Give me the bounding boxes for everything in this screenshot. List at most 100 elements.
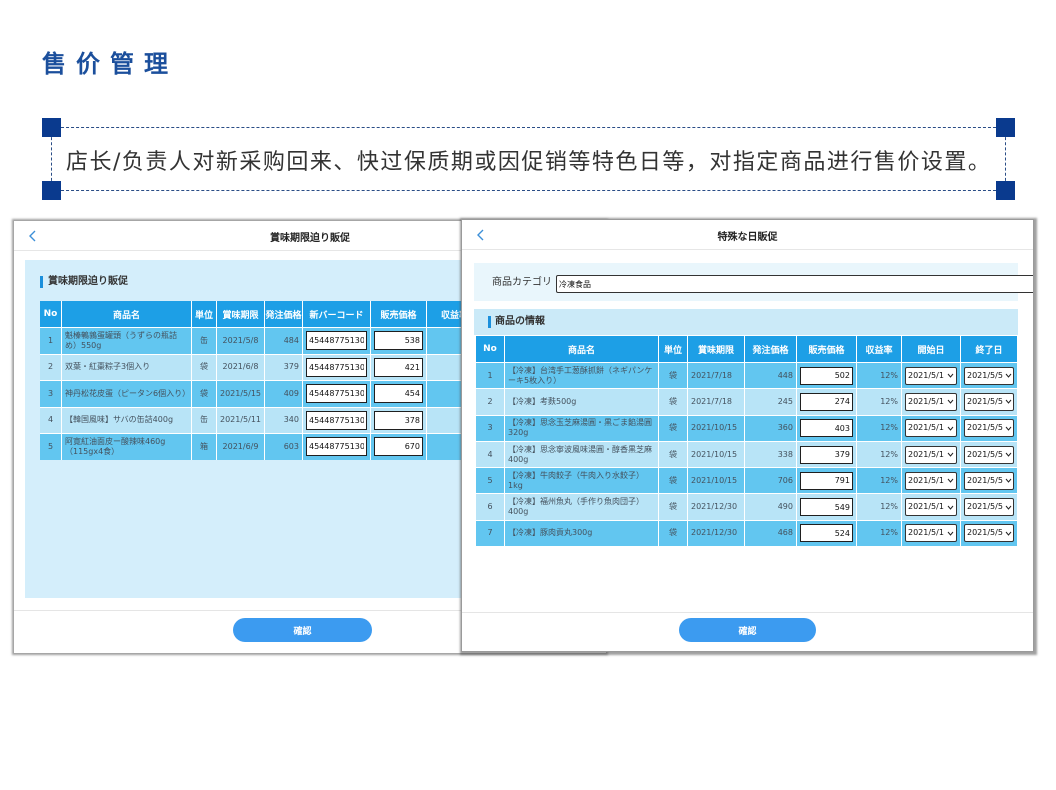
price-input[interactable]	[800, 471, 853, 490]
end-date-select[interactable]: 2021/5/5	[964, 498, 1014, 517]
back-icon[interactable]	[476, 229, 485, 241]
price-input[interactable]	[800, 419, 853, 438]
barcode-input[interactable]	[306, 437, 367, 457]
cell-no: 4	[476, 440, 505, 468]
confirm-button[interactable]: 確認	[233, 618, 372, 642]
price-input[interactable]	[374, 357, 423, 377]
end-date-select[interactable]: 2021/5/5	[964, 445, 1014, 464]
price-input[interactable]	[374, 384, 423, 404]
cell-end: 2021/5/5	[961, 519, 1018, 547]
end-date-select[interactable]: 2021/5/5	[964, 524, 1014, 543]
start-date-select[interactable]: 2021/5/1	[905, 445, 957, 464]
barcode-input[interactable]	[306, 410, 367, 430]
cell-margin: 12%	[857, 440, 902, 468]
cell-expiry: 2021/5/11	[217, 406, 265, 433]
confirm-button[interactable]: 確認	[679, 618, 816, 642]
cell-margin: 12%	[857, 493, 902, 520]
corner-marker-top-left	[42, 118, 61, 137]
cell-expiry: 2021/6/9	[217, 433, 265, 460]
start-date-select[interactable]: 2021/5/1	[905, 419, 957, 438]
start-date-select[interactable]: 2021/5/1	[905, 524, 957, 543]
cell-unit: 袋	[659, 388, 688, 415]
barcode-input[interactable]	[306, 384, 367, 404]
column-header-margin: 収益率	[857, 336, 902, 362]
cell-no: 2	[40, 353, 62, 380]
cell-price	[371, 380, 427, 407]
section-title: 賞味期限迫り販促	[48, 276, 128, 287]
end-date-select[interactable]: 2021/5/5	[964, 419, 1014, 438]
table-row: 6【冷凍】福州魚丸（手作り魚肉団子）400g袋2021/12/30490 12% 2…	[476, 493, 1018, 520]
cell-barcode	[303, 406, 371, 433]
end-date-select[interactable]: 2021/5/5	[964, 366, 1014, 385]
window-title: 賞味期限迫り販促	[270, 233, 350, 244]
category-select-value: 冷凍食品	[559, 279, 591, 289]
column-header-cost: 発注価格	[265, 301, 303, 327]
table-row: 3【冷凍】思念玉芝麻湯圓・黒ごま餡湯圓320g袋2021/10/15360 12%…	[476, 414, 1018, 441]
back-icon[interactable]	[28, 230, 37, 242]
chevron-down-icon	[947, 426, 954, 431]
select-value: 2021/5/1	[908, 475, 944, 485]
barcode-input[interactable]	[306, 357, 367, 377]
select-value: 2021/5/1	[908, 396, 944, 406]
select-value: 2021/5/1	[908, 528, 944, 538]
chevron-down-icon	[947, 479, 954, 484]
cell-cost: 245	[745, 388, 797, 415]
corner-marker-bottom-right	[996, 181, 1015, 200]
select-value: 2021/5/1	[908, 370, 944, 380]
price-input[interactable]	[800, 445, 853, 464]
chevron-down-icon	[1005, 479, 1012, 484]
price-input[interactable]	[800, 498, 853, 517]
price-input[interactable]	[800, 524, 853, 543]
chevron-down-icon	[1005, 531, 1012, 536]
start-date-select[interactable]: 2021/5/1	[905, 392, 957, 411]
cell-price	[797, 440, 857, 468]
column-header-name: 商品名	[505, 336, 659, 362]
cell-no: 3	[476, 414, 505, 441]
cell-name: 【冷凍】思念玉芝麻湯圓・黒ごま餡湯圓320g	[505, 414, 659, 441]
cell-no: 6	[476, 493, 505, 520]
cell-barcode	[303, 380, 371, 407]
select-value: 2021/5/5	[967, 370, 1003, 380]
cell-cost: 360	[745, 414, 797, 441]
start-date-select[interactable]: 2021/5/1	[905, 366, 957, 385]
cell-cost: 468	[745, 519, 797, 547]
cell-name: 【冷凍】豚肉貢丸300g	[505, 519, 659, 547]
chevron-down-icon	[947, 373, 954, 378]
barcode-input[interactable]	[306, 331, 367, 351]
price-input[interactable]	[374, 437, 423, 457]
cell-price	[371, 327, 427, 354]
cell-margin: 12%	[857, 519, 902, 547]
price-input[interactable]	[800, 366, 853, 385]
cell-price	[797, 467, 857, 494]
end-date-select[interactable]: 2021/5/5	[964, 392, 1014, 411]
select-value: 2021/5/1	[908, 449, 944, 459]
start-date-select[interactable]: 2021/5/1	[905, 471, 957, 490]
page-title: 售价管理	[42, 50, 178, 78]
cell-no: 7	[476, 519, 505, 547]
cell-start: 2021/5/1	[902, 440, 961, 468]
column-header-barcode: 新バーコード	[303, 301, 371, 327]
end-date-select[interactable]: 2021/5/5	[964, 471, 1014, 490]
cell-end: 2021/5/5	[961, 493, 1018, 520]
cell-cost: 338	[745, 440, 797, 468]
cell-cost: 484	[265, 327, 303, 354]
column-header-price: 販売価格	[371, 301, 427, 327]
corner-marker-top-right	[996, 118, 1015, 137]
price-input[interactable]	[374, 410, 423, 430]
cell-name: 阿寛紅油面皮ー酸辣味460g（115gx4食）	[62, 433, 192, 460]
category-label: 商品カテゴリ	[492, 277, 552, 288]
select-value: 2021/5/5	[967, 423, 1003, 433]
cell-no: 5	[476, 467, 505, 494]
cell-start: 2021/5/1	[902, 414, 961, 441]
category-select[interactable]: 冷凍食品	[556, 275, 1033, 293]
table-row: 4【冷凍】思念寧波風味湯圓・醇香黒芝麻400g袋2021/10/15338 12%…	[476, 440, 1018, 468]
cell-cost: 340	[265, 406, 303, 433]
price-input[interactable]	[374, 331, 423, 351]
select-value: 2021/5/5	[967, 449, 1003, 459]
start-date-select[interactable]: 2021/5/1	[905, 498, 957, 517]
cell-barcode	[303, 433, 371, 460]
column-header-cost: 発注価格	[745, 336, 797, 362]
section-accent-bar	[488, 316, 491, 328]
price-input[interactable]	[800, 392, 853, 411]
cell-unit: 缶	[192, 406, 217, 433]
